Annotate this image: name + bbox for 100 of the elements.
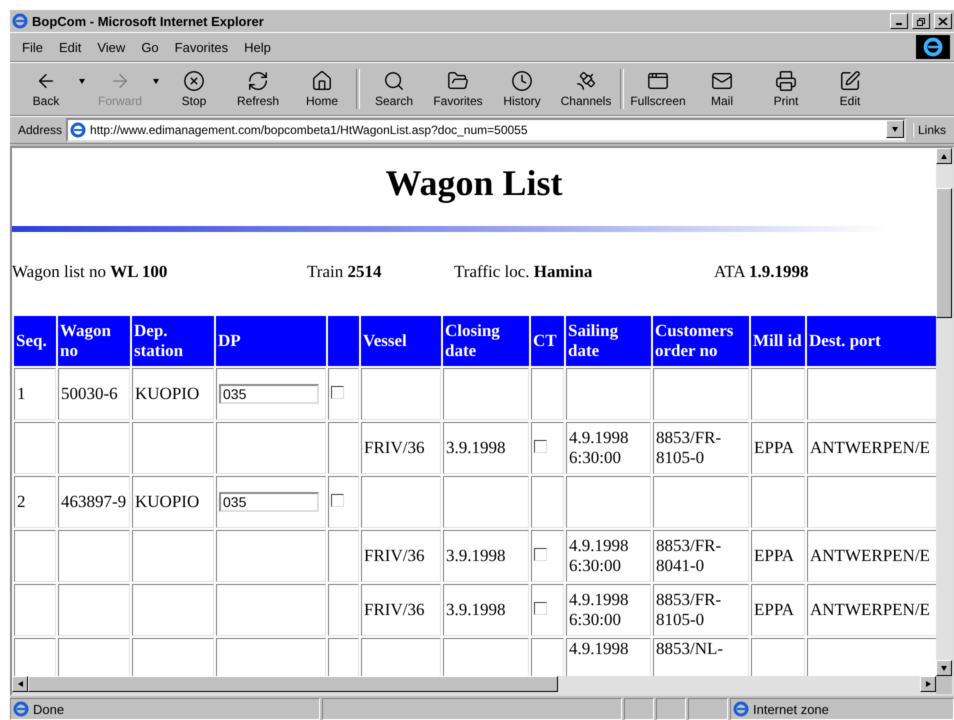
column-header: Dep. station <box>132 316 214 366</box>
restore-icon <box>916 16 926 26</box>
minimize-button[interactable] <box>890 13 908 29</box>
column-header: Sailing date <box>566 316 651 366</box>
menu-item[interactable]: Help <box>236 38 279 56</box>
info-field: ATA 1.9.1998 <box>714 262 936 282</box>
table-cell: 4.9.1998 6:30:00 <box>566 422 651 474</box>
column-header: Wagon no <box>58 316 130 366</box>
status-pane <box>656 698 686 720</box>
scroll-thumb[interactable] <box>28 676 558 692</box>
stop-icon <box>183 70 205 92</box>
window-title: BopCom - Microsoft Internet Explorer <box>32 14 265 28</box>
input-field[interactable]: 035 <box>219 384 319 404</box>
toolbar-button[interactable]: Home <box>290 68 354 110</box>
column-header: Vessel <box>361 316 441 366</box>
vertical-scrollbar[interactable] <box>936 148 952 676</box>
triangle-icon <box>16 680 24 688</box>
table-cell: EPPA <box>751 584 805 636</box>
zone-text: Internet zone <box>753 702 829 716</box>
toolbar-button[interactable]: Fullscreen <box>626 68 690 110</box>
browser-logo-icon <box>916 35 950 59</box>
browser-logo-icon <box>12 13 28 29</box>
checkbox[interactable] <box>534 602 547 615</box>
toolbar-button[interactable]: Favorites <box>426 68 490 110</box>
table-cell: 2 <box>14 476 56 528</box>
close-icon <box>938 16 948 26</box>
column-header: Closing date <box>443 316 529 366</box>
scroll-thumb[interactable] <box>936 188 952 318</box>
toolbar-button[interactable]: Search <box>362 68 426 110</box>
table-cell: 3.9.1998 <box>443 422 529 474</box>
column-header <box>328 316 359 366</box>
checkbox[interactable] <box>331 494 344 507</box>
toolbar-button[interactable]: Print <box>754 68 818 110</box>
status-text: Done <box>33 702 64 716</box>
info-field: Train 2514 <box>307 262 454 282</box>
printer-icon <box>775 70 797 92</box>
triangle-icon <box>924 680 932 688</box>
url-text: http://www.edimanagement.com/bopcombeta1/HtWagonList.asp?doc_num=50055 <box>90 123 528 137</box>
table-cell: FRIV/36 <box>361 584 441 636</box>
toolbar-button[interactable]: History <box>490 68 554 110</box>
menu-item[interactable]: Favorites <box>166 38 236 56</box>
toolbar-button[interactable]: Back <box>14 68 78 110</box>
restore-button[interactable] <box>912 13 930 29</box>
address-field[interactable]: http://www.edimanagement.com/bopcombeta1/HtWagonList.asp?doc_num=50055 <box>66 118 906 142</box>
caret-icon <box>152 77 160 85</box>
table-cell: 4.9.1998 6:30:00 <box>566 584 651 636</box>
toolbar-button[interactable]: Edit <box>818 68 882 110</box>
satellite-icon <box>575 70 597 92</box>
scroll-up-button[interactable] <box>936 148 952 164</box>
pencil-icon <box>839 70 861 92</box>
status-pane <box>688 698 728 720</box>
scroll-left-button[interactable] <box>12 676 28 692</box>
toolbar-button[interactable]: Mail <box>690 68 754 110</box>
checkbox[interactable] <box>534 548 547 561</box>
column-header: Mill id <box>751 316 805 366</box>
column-header: Dest. port <box>807 316 936 366</box>
table-cell: 8853/FR-8105-0 <box>653 422 749 474</box>
horizontal-scrollbar[interactable] <box>12 676 936 694</box>
menu-item[interactable]: Go <box>133 38 167 56</box>
browser-logo-icon <box>733 701 749 717</box>
window-icon <box>647 70 669 92</box>
close-button[interactable] <box>934 13 952 29</box>
toolbar-button[interactable]: Refresh <box>226 68 290 110</box>
table-cell: KUOPIO <box>132 476 214 528</box>
toolbar-button[interactable]: Stop <box>162 68 226 110</box>
input-field[interactable]: 035 <box>219 492 319 512</box>
address-label: Address <box>17 123 64 137</box>
links-button[interactable]: Links <box>912 123 950 137</box>
scroll-down-button[interactable] <box>936 660 952 676</box>
scroll-right-button[interactable] <box>920 676 936 692</box>
info-field: Wagon list no WL 100 <box>12 262 307 282</box>
column-header: DP <box>216 316 326 366</box>
table-cell: 1 <box>14 368 56 420</box>
folder-icon <box>447 70 469 92</box>
table-cell: 4.9.1998 6:30:00 <box>566 530 651 582</box>
menu-item[interactable]: File <box>14 38 51 56</box>
browser-logo-icon <box>13 701 29 717</box>
caret-icon <box>940 664 948 672</box>
table-cell: EPPA <box>751 530 805 582</box>
clock-icon <box>511 70 533 92</box>
checkbox[interactable] <box>331 386 344 399</box>
table-cell: 463897-9 <box>58 476 130 528</box>
browser-logo-icon <box>70 122 86 138</box>
table-cell: 3.9.1998 <box>443 584 529 636</box>
column-header: Customers order no <box>653 316 749 366</box>
status-pane <box>624 698 654 720</box>
column-header: CT <box>531 316 564 366</box>
column-header: Seq. <box>14 316 56 366</box>
menu-item[interactable]: View <box>89 38 134 56</box>
dropdown-button[interactable] <box>886 120 904 138</box>
page-heading: Wagon List <box>384 162 564 205</box>
info-field: Traffic loc. Hamina <box>454 262 714 282</box>
house-icon <box>311 70 333 92</box>
toolbar-button[interactable]: Channels <box>554 68 618 110</box>
menu-item[interactable]: Edit <box>50 38 90 56</box>
table-cell: 8853/FR-8105-0 <box>653 584 749 636</box>
checkbox[interactable] <box>534 440 547 453</box>
search-icon <box>383 70 405 92</box>
caret-icon <box>890 125 899 133</box>
minimize-icon <box>896 23 902 25</box>
